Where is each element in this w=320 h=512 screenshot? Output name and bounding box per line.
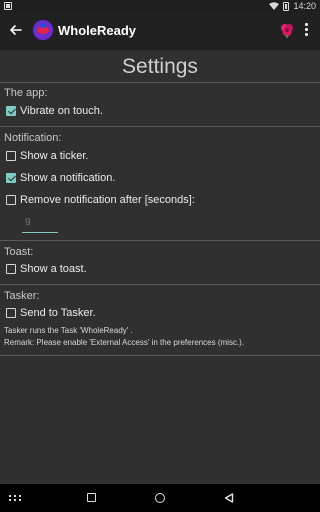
status-bar: 14:20 xyxy=(0,0,320,12)
overflow-menu-icon[interactable] xyxy=(302,22,310,38)
app-logo-icon xyxy=(33,20,53,40)
vibrate-label: Vibrate on touch. xyxy=(20,105,103,117)
home-icon[interactable] xyxy=(155,493,165,503)
show-toast-checkbox[interactable] xyxy=(6,264,16,274)
app-title: WholeReady xyxy=(58,23,137,38)
remove-after-seconds-input[interactable] xyxy=(22,213,58,233)
show-ticker-label: Show a ticker. xyxy=(20,150,89,162)
back-arrow-icon[interactable] xyxy=(6,20,26,40)
back-icon[interactable] xyxy=(224,493,234,503)
show-notification-option[interactable]: Show a notification. xyxy=(6,170,115,186)
divider xyxy=(0,82,320,83)
send-to-tasker-label: Send to Tasker. xyxy=(20,307,96,319)
divider xyxy=(0,126,320,127)
section-label-tasker: Tasker: xyxy=(4,290,40,302)
divider xyxy=(0,355,320,356)
remove-notification-checkbox[interactable] xyxy=(6,195,16,205)
show-ticker-option[interactable]: Show a ticker. xyxy=(6,148,88,164)
remove-notification-option[interactable]: Remove notification after [seconds]: xyxy=(6,192,195,208)
vibrate-checkbox[interactable] xyxy=(6,106,16,116)
rose-icon[interactable] xyxy=(279,22,295,38)
keyboard-dots-icon[interactable] xyxy=(9,495,21,501)
remove-notification-label: Remove notification after [seconds]: xyxy=(20,194,195,206)
app-bar: WholeReady xyxy=(0,12,320,50)
send-to-tasker-checkbox[interactable] xyxy=(6,308,16,318)
show-ticker-checkbox[interactable] xyxy=(6,151,16,161)
recent-apps-icon[interactable] xyxy=(87,493,96,502)
show-notification-checkbox[interactable] xyxy=(6,173,16,183)
tasker-note: Tasker runs the Task 'WholeReady' . xyxy=(4,326,133,335)
page-title: Settings xyxy=(122,55,198,78)
navigation-bar xyxy=(0,484,320,512)
section-label-notification: Notification: xyxy=(4,132,62,144)
status-icons: 14:20 xyxy=(269,0,316,12)
vibrate-on-touch-option[interactable]: Vibrate on touch. xyxy=(6,103,103,119)
section-label-toast: Toast: xyxy=(4,246,34,258)
wifi-icon xyxy=(269,2,280,10)
show-notification-label: Show a notification. xyxy=(20,172,116,184)
show-toast-label: Show a toast. xyxy=(20,263,87,275)
show-toast-option[interactable]: Show a toast. xyxy=(6,261,87,277)
divider xyxy=(0,284,320,285)
clock: 14:20 xyxy=(293,1,316,11)
tasker-remark: Remark: Please enable 'External Access' … xyxy=(4,338,245,347)
battery-icon xyxy=(283,1,290,11)
divider xyxy=(0,240,320,241)
notification-icon xyxy=(4,2,12,10)
section-label-the-app: The app: xyxy=(4,87,48,99)
send-to-tasker-option[interactable]: Send to Tasker. xyxy=(6,305,96,321)
